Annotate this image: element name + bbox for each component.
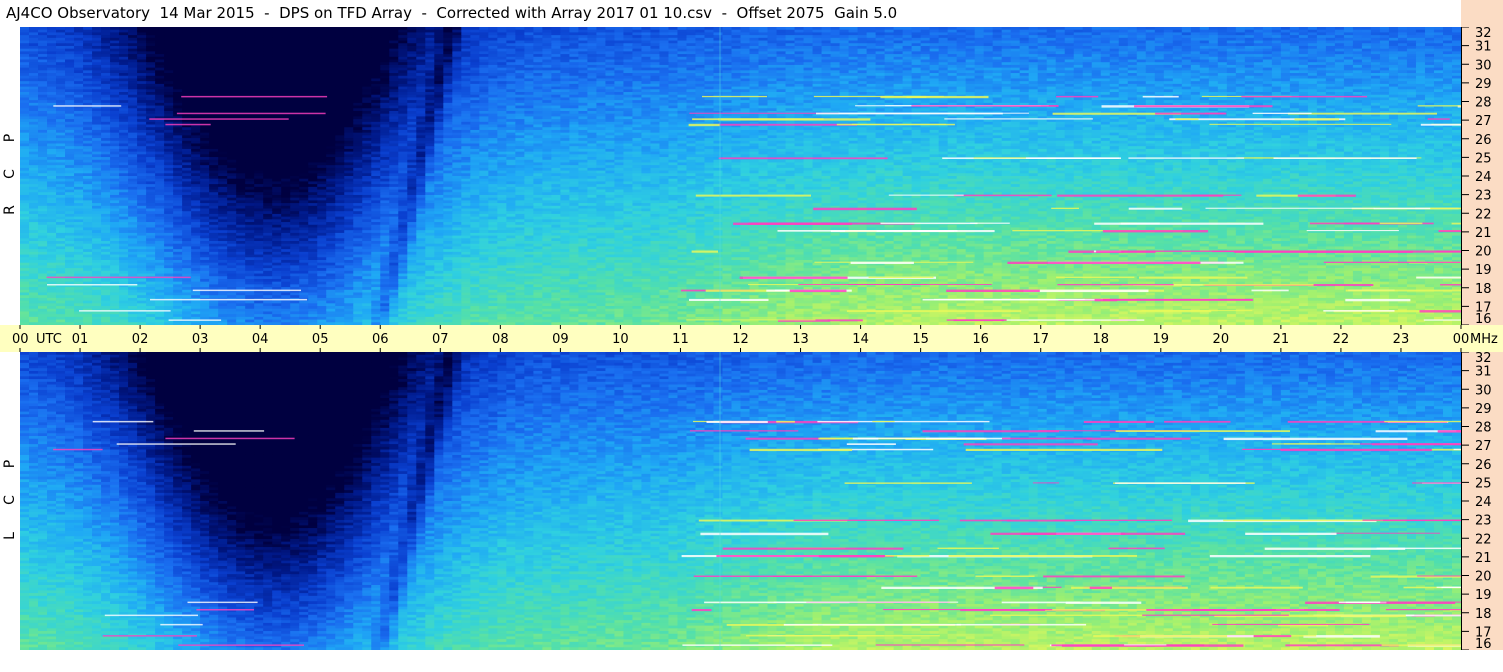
corner-strip [1461, 0, 1503, 27]
chart-title: AJ4CO Observatory 14 Mar 2015 - DPS on T… [6, 3, 897, 25]
bottom-panel-label: P C L [0, 446, 20, 554]
top-panel-label: P C R [0, 120, 20, 228]
rcp-spectrogram [20, 27, 1461, 325]
rcp-spectrogram-plot [20, 27, 1461, 325]
